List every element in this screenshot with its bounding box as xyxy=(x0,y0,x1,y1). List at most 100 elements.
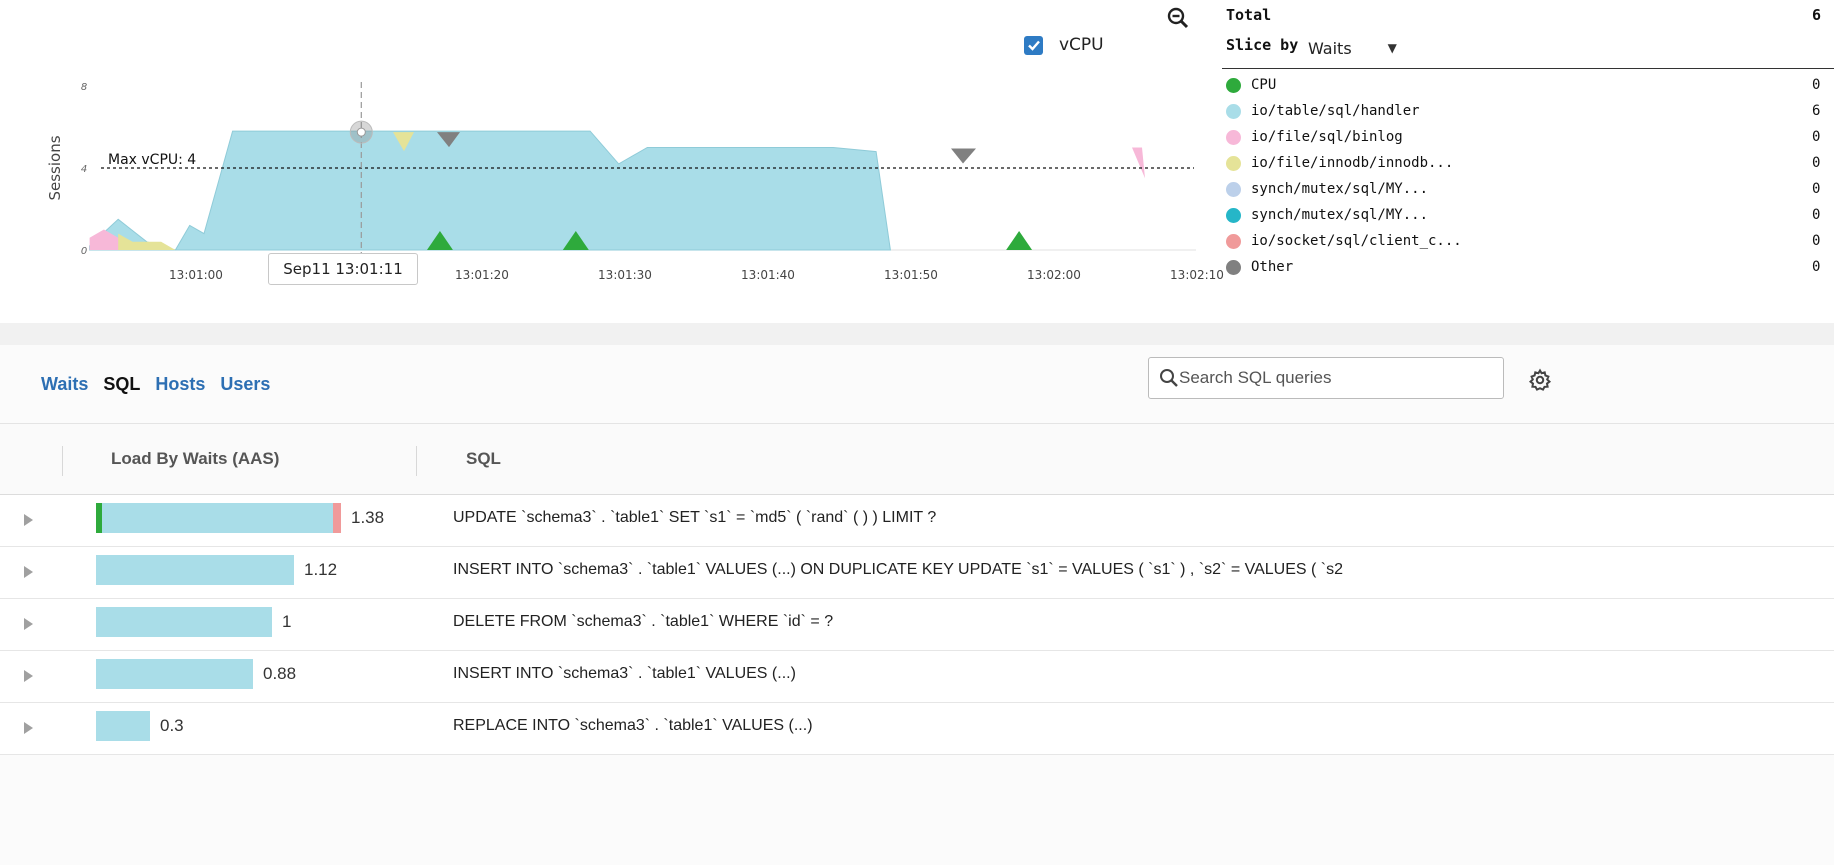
section-separator xyxy=(0,323,1834,345)
max-vcpu-label: Max vCPU: 4 xyxy=(108,152,196,168)
load-value: 1.12 xyxy=(304,560,338,579)
x-tick-label: 13:01:00 xyxy=(169,268,223,282)
legend-item[interactable]: io/file/innodb/innodb... 0 xyxy=(1206,150,1834,176)
table-row[interactable]: 0.3 REPLACE INTO `schema3` . `table1` VAL… xyxy=(0,703,1834,755)
load-bar xyxy=(96,711,150,741)
legend-item[interactable]: CPU 0 xyxy=(1206,72,1834,98)
y-tick-label: 8 xyxy=(81,82,87,93)
legend-color-dot xyxy=(1226,181,1241,197)
column-header-load[interactable]: Load By Waits (AAS) xyxy=(111,449,279,469)
load-bar-socket-segment xyxy=(333,503,341,533)
legend-item-name: io/table/sql/handler xyxy=(1251,103,1420,119)
legend-item[interactable]: synch/mutex/sql/MY... 0 xyxy=(1206,202,1834,228)
legend-total-label: Total xyxy=(1226,6,1272,24)
expand-row-icon[interactable] xyxy=(24,514,33,526)
legend-item-name: io/socket/sql/client_c... xyxy=(1251,233,1462,249)
expand-row-icon[interactable] xyxy=(24,566,33,578)
y-tick-label: 0 xyxy=(81,246,87,257)
search-box[interactable] xyxy=(1148,357,1504,399)
other-marker xyxy=(951,148,976,164)
table-row[interactable]: 1.12 INSERT INTO `schema3` . `table1` VAL… xyxy=(0,547,1834,599)
slice-by-dropdown[interactable]: Waits ▼ xyxy=(1308,36,1468,60)
vcpu-toggle[interactable]: vCPU xyxy=(1024,35,1104,55)
x-tick-label: 13:01:50 xyxy=(884,268,938,282)
sql-table-body: 1.38 UPDATE `schema3` . `table1` SET `s1`… xyxy=(0,495,1834,755)
legend-color-dot xyxy=(1226,103,1241,119)
y-axis-title: Sessions xyxy=(46,135,64,200)
legend-item[interactable]: io/file/sql/binlog 0 xyxy=(1206,124,1834,150)
settings-button[interactable] xyxy=(1528,368,1552,392)
legend-item-name: Other xyxy=(1251,259,1294,275)
x-tick-label: 13:01:40 xyxy=(741,268,795,282)
vcpu-checkbox[interactable] xyxy=(1024,35,1043,55)
sql-statement[interactable]: INSERT INTO `schema3` . `table1` VALUES … xyxy=(453,665,796,683)
binlog-sliver xyxy=(1132,147,1145,179)
checkmark-icon xyxy=(1027,40,1040,51)
hover-point-inner xyxy=(356,127,366,137)
sql-statement[interactable]: REPLACE INTO `schema3` . `table1` VALUES… xyxy=(453,717,813,735)
expand-row-icon[interactable] xyxy=(24,618,33,630)
zoom-out-icon xyxy=(1167,7,1189,29)
legend-item-value: 0 xyxy=(1812,207,1821,223)
legend-item-value: 0 xyxy=(1812,77,1821,93)
area-series-io-table-sql-handler xyxy=(89,130,891,251)
hover-time-tooltip: Sep11 13:01:11 xyxy=(268,253,418,285)
legend-item[interactable]: Other 0 xyxy=(1206,254,1834,280)
search-input[interactable] xyxy=(1179,368,1489,388)
table-header: Load By Waits (AAS) SQL xyxy=(0,423,1834,495)
legend-item[interactable]: io/table/sql/handler 6 xyxy=(1206,98,1834,124)
vcpu-label: vCPU xyxy=(1059,35,1104,55)
legend-item-name: synch/mutex/sql/MY... xyxy=(1251,207,1429,223)
slice-by-label: Slice by xyxy=(1226,36,1299,54)
legend-color-dot xyxy=(1226,129,1241,145)
legend-color-dot xyxy=(1226,233,1241,249)
zoom-out-button[interactable] xyxy=(1166,6,1190,30)
sql-statement[interactable]: UPDATE `schema3` . `table1` SET `s1` = `… xyxy=(453,509,936,527)
legend-color-dot xyxy=(1226,207,1241,223)
cpu-marker xyxy=(1006,231,1033,250)
load-value: 0.88 xyxy=(263,664,297,683)
sql-statement[interactable]: INSERT INTO `schema3` . `table1` VALUES … xyxy=(453,561,1343,579)
expand-row-icon[interactable] xyxy=(24,722,33,734)
legend-item[interactable]: io/socket/sql/client_c... 0 xyxy=(1206,228,1834,254)
legend-color-dot xyxy=(1226,155,1241,171)
load-bar xyxy=(96,659,253,689)
legend-item-name: synch/mutex/sql/MY... xyxy=(1251,181,1429,197)
sql-statement[interactable]: DELETE FROM `schema3` . `table1` WHERE `… xyxy=(453,613,833,631)
tab-waits[interactable]: Waits xyxy=(41,374,88,395)
legend-item-value: 0 xyxy=(1812,259,1821,275)
legend-list: CPU 0 io/table/sql/handler 6 io/file/sql/bin… xyxy=(1206,72,1834,280)
legend-divider xyxy=(1222,68,1834,69)
tab-sql[interactable]: SQL xyxy=(103,374,140,395)
column-header-sql[interactable]: SQL xyxy=(466,449,501,469)
load-bar xyxy=(96,607,272,637)
tab-hosts[interactable]: Hosts xyxy=(155,374,205,395)
table-row[interactable]: 0.88 INSERT INTO `schema3` . `table1` VAL… xyxy=(0,651,1834,703)
top-dimensions-panel: Waits SQL Hosts Users Load By Waits (AAS… xyxy=(0,345,1834,865)
tab-users[interactable]: Users xyxy=(220,374,270,395)
search-icon xyxy=(1160,369,1178,387)
slice-by-value: Waits xyxy=(1308,38,1352,58)
load-value: 1 xyxy=(282,612,292,631)
gear-icon xyxy=(1528,368,1552,391)
expand-row-icon[interactable] xyxy=(24,670,33,682)
load-value: 0.3 xyxy=(160,716,184,735)
legend-item-name: io/file/sql/binlog xyxy=(1251,129,1403,145)
legend-item-value: 0 xyxy=(1812,129,1821,145)
column-separator xyxy=(416,446,417,476)
legend-item[interactable]: synch/mutex/sql/MY... 0 xyxy=(1206,176,1834,202)
legend-item-name: io/file/innodb/innodb... xyxy=(1251,155,1454,171)
load-bar-cpu-segment xyxy=(96,503,102,533)
legend-item-value: 0 xyxy=(1812,233,1821,249)
legend-total-value: 6 xyxy=(1812,6,1822,24)
load-value: 1.38 xyxy=(351,508,385,527)
legend-item-value: 0 xyxy=(1812,181,1821,197)
column-separator xyxy=(62,446,63,476)
table-row[interactable]: 1 DELETE FROM `schema3` . `table1` WHERE … xyxy=(0,599,1834,651)
load-bar xyxy=(96,503,341,533)
legend-item-name: CPU xyxy=(1251,77,1277,93)
table-row[interactable]: 1.38 UPDATE `schema3` . `table1` SET `s1`… xyxy=(0,495,1834,547)
x-tick-label: 13:02:00 xyxy=(1027,268,1081,282)
x-tick-label: 13:01:30 xyxy=(598,268,652,282)
legend-item-value: 0 xyxy=(1812,155,1821,171)
